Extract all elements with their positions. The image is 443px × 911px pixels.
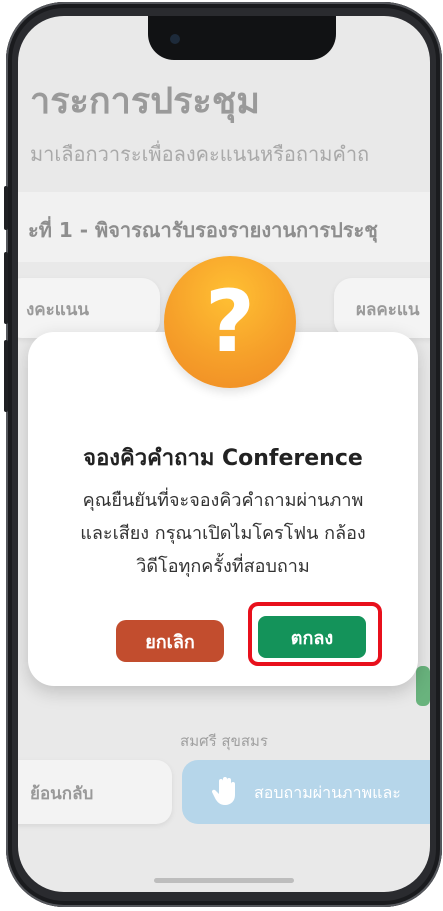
dialog-message-line: คุณยืนยันที่จะจองคิวคำถามผ่านภาพ bbox=[82, 490, 364, 511]
back-button-label: ย้อนกลับ bbox=[30, 784, 94, 804]
result-button[interactable]: ผลคะแน bbox=[334, 278, 430, 338]
phone-side-button bbox=[4, 340, 8, 412]
ask-via-video-label: สอบถามผ่านภาพและ bbox=[254, 783, 401, 802]
question-mark-icon: ? bbox=[164, 256, 296, 388]
dialog-title: จองคิวคำถาม Conference bbox=[83, 446, 363, 471]
question-mark-glyph: ? bbox=[205, 272, 255, 372]
vote-button-label: งคะแนน bbox=[26, 300, 90, 320]
dialog-message-line: และเสียง กรุณาเปิดไมโครโฟน กล้อง bbox=[80, 523, 366, 544]
page-title: าระการประชุม bbox=[30, 81, 260, 122]
cancel-button[interactable]: ยกเลิก bbox=[116, 620, 224, 662]
phone-screen: าระการประชุม มาเลือกวาระเพื่อลงคะแนนหรือ… bbox=[18, 16, 430, 892]
phone-side-button bbox=[4, 186, 8, 230]
dialog-message: คุณยืนยันที่จะจองคิวคำถามผ่านภาพ และเสีย… bbox=[48, 484, 398, 583]
partial-green-element bbox=[416, 666, 430, 706]
home-indicator bbox=[154, 878, 294, 883]
front-camera bbox=[170, 34, 180, 44]
agenda-item-card[interactable]: ะที่ 1 - พิจารณารับรองรายงานการประชุ bbox=[18, 192, 430, 262]
vote-button[interactable]: งคะแนน bbox=[18, 278, 160, 338]
page-subtitle: มาเลือกวาระเพื่อลงคะแนนหรือถามคำถ bbox=[30, 142, 370, 166]
dialog-message-line: วิดีโอทุกครั้งที่สอบถาม bbox=[136, 556, 310, 577]
ask-via-video-button[interactable]: สอบถามผ่านภาพและ bbox=[182, 760, 430, 824]
raised-hand-icon bbox=[211, 776, 240, 806]
back-button[interactable]: ย้อนกลับ bbox=[18, 760, 172, 824]
agenda-item-label: ะที่ 1 - พิจารณารับรองรายงานการประชุ bbox=[28, 218, 378, 242]
confirm-button[interactable]: ตกลง bbox=[258, 616, 366, 658]
phone-side-button bbox=[4, 252, 8, 324]
user-name: สมศรี สุขสมร bbox=[180, 732, 268, 750]
result-button-label: ผลคะแน bbox=[356, 300, 420, 320]
